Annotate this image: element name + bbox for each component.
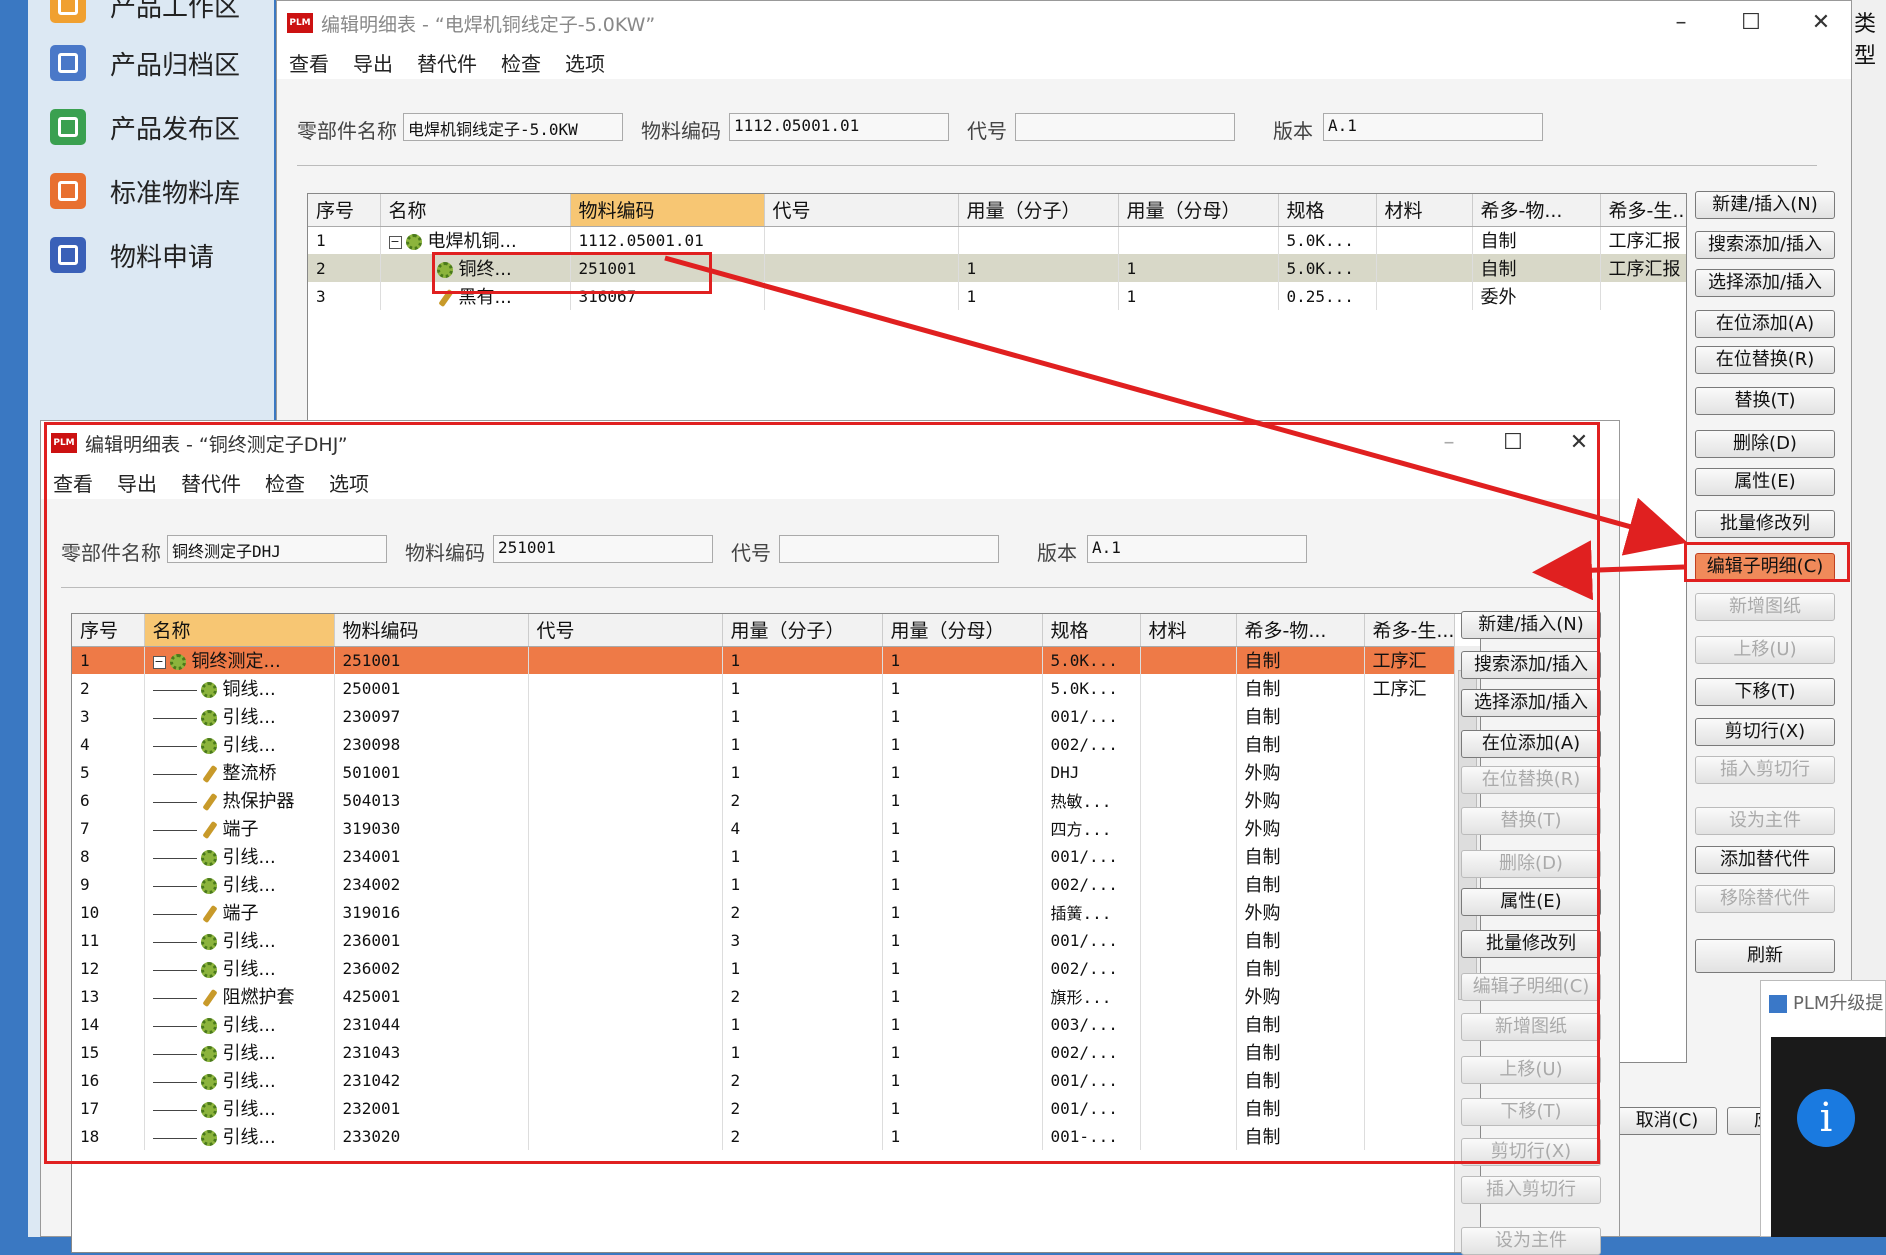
annotation-arrows bbox=[664, 255, 1688, 601]
arrow-row-to-button bbox=[664, 255, 1688, 556]
arrow-button-to-window bbox=[1532, 540, 1685, 601]
